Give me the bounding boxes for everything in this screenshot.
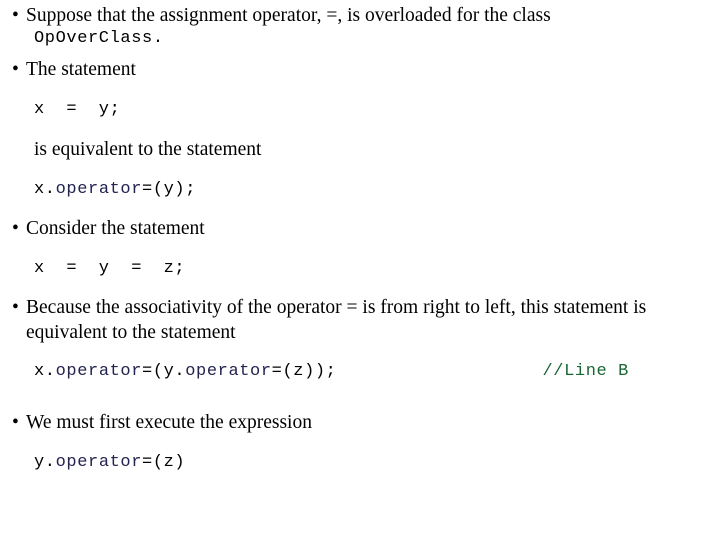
code-line-nested-operator: x.operator=(y.operator=(z)); //Line B [0,361,720,383]
bullet-dot-icon [12,57,22,82]
bullet-4-container: Because the associativity of the operato… [0,295,716,345]
code-text-operator-xy: x.operator=(y); [0,179,720,201]
code-text-assign-xy: x = y; [34,100,121,119]
bullet-dot-icon [12,216,22,241]
code-line-assign-xy: x = y; [0,99,720,121]
code-text-opoverclass: OpOverClass. [34,29,164,48]
code-keyword-operator: operator [55,180,143,199]
code-keyword-operator-outer: operator [55,362,143,381]
code-receiver-y: y. [34,453,56,472]
bullet-2-container: The statement [0,57,720,82]
code-text-assign-xyz: x = y = z; [34,259,186,278]
code-receiver-outer: x. [34,362,56,381]
code-text-nested-operator: x.operator=(y.operator=(z)); [0,361,336,383]
bullet-item-4: Because the associativity of the operato… [0,295,716,345]
prose-text-equivalent-1: is equivalent to the statement [34,139,262,160]
code-line-operator-xy: x.operator=(y); [0,179,720,201]
bullet-item-1: Suppose that the assignment operator, =,… [0,3,720,28]
code-line-assign-xyz: x = y = z; [0,258,720,280]
code-args-y: =(z) [142,453,186,472]
slide-canvas: Suppose that the assignment operator, =,… [0,0,720,540]
bullet-1-text: Suppose that the assignment operator, =,… [26,5,551,26]
code-args-outer: =(z)); [271,362,337,381]
code-mid: =(y. [142,362,186,381]
code-text-operator-yz: y.operator=(z) [0,452,720,474]
code-receiver: x. [34,180,56,199]
bullet-dot-icon [12,295,22,320]
bullet-item-3: Consider the statement [0,216,720,241]
bullet-3-container: Consider the statement [0,216,720,241]
code-comment-line-b: //Line B [542,362,629,381]
bullet-item-2: The statement [0,57,720,82]
code-keyword-operator-y: operator [55,453,143,472]
bullet-5-text: We must first execute the expression [26,412,312,433]
bullet-3-text: Consider the statement [26,218,205,239]
bullet-4-text: Because the associativity of the operato… [26,297,647,343]
bullet-1-container: Suppose that the assignment operator, =,… [0,3,720,28]
bullet-item-5: We must first execute the expression [0,410,720,435]
code-row-nested: x.operator=(y.operator=(z)); //Line B [0,361,720,383]
code-line-operator-yz: y.operator=(z) [0,452,720,474]
code-keyword-operator-inner: operator [185,362,272,381]
code-args: =(y); [142,180,197,199]
bullet-dot-icon [12,410,22,435]
bullet-5-container: We must first execute the expression [0,410,720,435]
bullet-2-text: The statement [26,59,136,80]
code-line-opoverclass: OpOverClass. [0,28,720,50]
prose-equivalent-1: is equivalent to the statement [0,137,720,162]
bullet-dot-icon [12,3,22,28]
code-comment-wrap: //Line B [542,361,628,383]
